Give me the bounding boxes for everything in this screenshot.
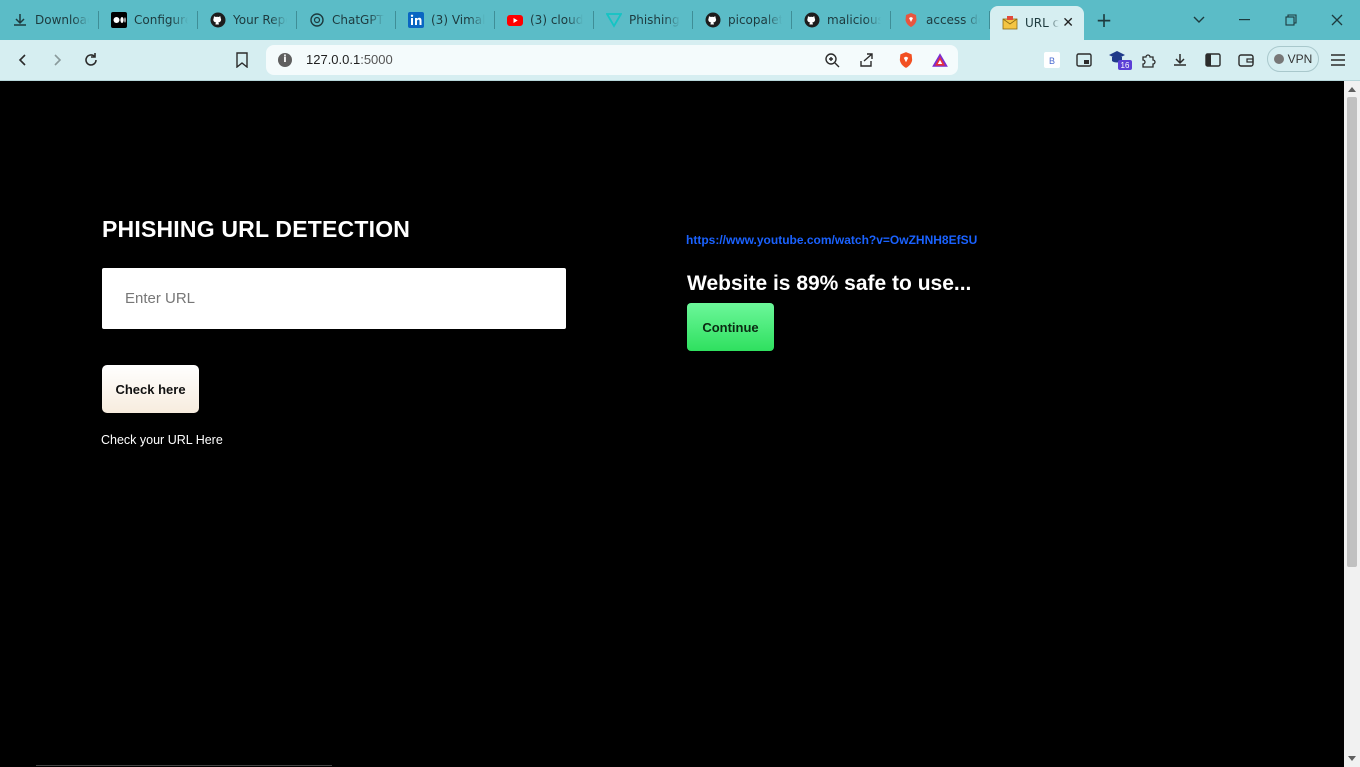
tab-label: (3) Vimal <box>431 13 485 27</box>
tab-chatgpt[interactable]: ChatGPT <box>297 0 396 40</box>
restore-icon[interactable] <box>1268 0 1314 40</box>
linkedin-icon <box>408 12 424 28</box>
vpn-label: VPN <box>1287 52 1313 66</box>
tab-label: access de <box>926 13 980 27</box>
tab-label: URL c <box>1025 16 1060 30</box>
tab-linkedin[interactable]: (3) Vimal <box>396 0 495 40</box>
sidebar-icon[interactable] <box>1200 48 1226 72</box>
vertical-scrollbar[interactable] <box>1344 81 1360 767</box>
close-window-icon[interactable] <box>1314 0 1360 40</box>
close-tab-icon[interactable]: ✕ <box>1062 15 1074 31</box>
menu-icon[interactable] <box>1325 48 1351 72</box>
new-tab-icon[interactable]: + <box>1084 8 1124 32</box>
page-content: PHISHING URL DETECTION Check here Check … <box>0 81 1344 767</box>
tab-download[interactable]: Download <box>0 0 99 40</box>
check-here-button[interactable]: Check here <box>102 365 199 413</box>
site-info-icon[interactable]: i <box>278 53 292 67</box>
page-title: PHISHING URL DETECTION <box>102 216 411 242</box>
brave-shields-icon[interactable] <box>893 48 919 72</box>
result-url-link[interactable]: https://www.youtube.com/watch?v=OwZHNH8E… <box>686 233 977 247</box>
tab-search-chevron-icon[interactable] <box>1176 0 1222 40</box>
medium-icon <box>111 12 127 28</box>
scrollbar-thumb[interactable] <box>1347 97 1357 567</box>
extension-badge-count: 16 <box>1121 61 1130 70</box>
vpn-status-icon <box>1273 54 1284 64</box>
tab-label: picopalett <box>728 13 782 27</box>
share-icon[interactable] <box>853 48 879 72</box>
reload-icon[interactable] <box>78 48 104 72</box>
github-icon <box>705 12 721 28</box>
scroll-down-icon[interactable] <box>1348 756 1356 761</box>
safety-result-text: Website is 89% safe to use... <box>687 272 972 295</box>
tab-your-repo[interactable]: Your Repo <box>198 0 297 40</box>
tab-access-denied[interactable]: access de <box>891 0 990 40</box>
download-icon <box>12 12 28 28</box>
check-hint-text: Check your URL Here <box>101 433 223 447</box>
picture-in-picture-icon[interactable] <box>1071 48 1097 72</box>
tab-url-checker-active[interactable]: URL c ✕ <box>990 6 1084 40</box>
address-port: :5000 <box>360 52 393 67</box>
downloads-icon[interactable] <box>1167 48 1193 72</box>
tab-label: Your Repo <box>233 13 287 27</box>
tab-malicious[interactable]: malicious <box>792 0 891 40</box>
github-icon <box>210 12 226 28</box>
extensions-puzzle-icon[interactable] <box>1135 48 1161 72</box>
browser-toolbar: i 127.0.0.1:5000 B 16 VPN <box>0 40 1360 81</box>
tab-picopalette[interactable]: picopalett <box>693 0 792 40</box>
url-input[interactable] <box>102 268 566 329</box>
bookmarks-extension-icon[interactable]: B <box>1039 48 1065 72</box>
scroll-up-icon[interactable] <box>1348 87 1356 92</box>
back-icon[interactable] <box>10 48 36 72</box>
tab-label: Configure <box>134 13 188 27</box>
zoom-icon[interactable] <box>819 48 845 72</box>
address-url: 127.0.0.1:5000 <box>306 52 393 67</box>
brave-icon <box>903 12 919 28</box>
tab-youtube[interactable]: (3) cloud <box>495 0 594 40</box>
tab-configure[interactable]: Configure <box>99 0 198 40</box>
extension-badge-icon[interactable]: 16 <box>1105 48 1135 72</box>
youtube-icon <box>507 12 523 28</box>
tab-label: ChatGPT <box>332 13 384 27</box>
chatgpt-icon <box>309 12 325 28</box>
envelope-icon <box>1002 15 1018 31</box>
tab-strip: Download Configure Your Repo ChatGPT (3)… <box>0 0 1360 40</box>
forward-icon[interactable] <box>44 48 70 72</box>
address-bar[interactable]: i 127.0.0.1:5000 <box>266 45 958 75</box>
continue-button[interactable]: Continue <box>687 303 774 351</box>
divider <box>36 765 332 766</box>
tab-phishing[interactable]: Phishing <box>594 0 693 40</box>
github-icon <box>804 12 820 28</box>
vercel-icon <box>606 12 622 28</box>
tab-label: Download <box>35 13 89 27</box>
address-host: 127.0.0.1 <box>306 52 361 67</box>
extension-letter: B <box>1049 56 1055 66</box>
tab-label: Phishing <box>629 13 680 27</box>
brave-rewards-icon[interactable] <box>927 48 953 72</box>
tab-label: malicious <box>827 13 881 27</box>
wallet-icon[interactable] <box>1233 48 1259 72</box>
tab-label: (3) cloud <box>530 13 584 27</box>
vpn-button[interactable]: VPN <box>1267 46 1319 72</box>
minimize-icon[interactable] <box>1222 0 1268 40</box>
bookmark-icon[interactable] <box>229 48 255 72</box>
